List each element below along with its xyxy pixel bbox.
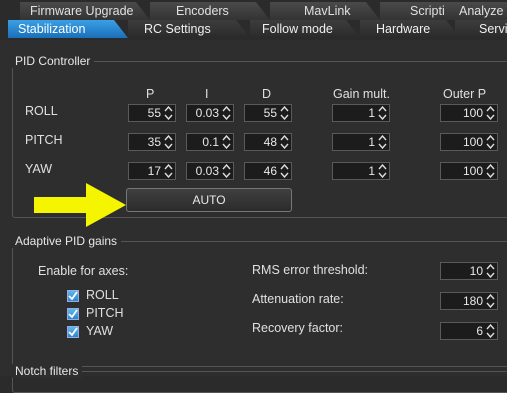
pitch-gain-spinbox[interactable]: 1 — [332, 133, 390, 151]
roll-gain-spinbox[interactable]: 1 — [332, 104, 390, 122]
tab-mavlink[interactable]: MavLink — [270, 2, 380, 20]
checkbox-label-pitch: PITCH — [86, 306, 124, 320]
row-label-roll: ROLL — [25, 104, 58, 118]
spin-arrows-icon[interactable] — [486, 106, 495, 120]
spin-arrows-icon[interactable] — [164, 164, 173, 178]
stabilization-panel: PID Controller P I D Gain mult. Outer P … — [0, 40, 507, 393]
spin-value: 10 — [469, 264, 483, 278]
spin-value: 0.03 — [195, 164, 219, 178]
col-header-i: I — [205, 87, 209, 101]
checkbox-roll[interactable] — [67, 290, 79, 302]
spin-arrows-icon[interactable] — [378, 106, 387, 120]
spin-arrows-icon[interactable] — [222, 135, 231, 149]
spin-value: 46 — [263, 164, 277, 178]
spin-arrows-icon[interactable] — [486, 294, 495, 308]
spin-arrows-icon[interactable] — [280, 106, 289, 120]
spin-value: 35 — [147, 135, 161, 149]
tab-stabilization[interactable]: Stabilization — [8, 20, 128, 38]
adaptive-pid-title: Adaptive PID gains — [11, 234, 122, 248]
tab-servo[interactable]: Servi — [455, 20, 507, 38]
yaw-d-spinbox[interactable]: 46 — [244, 162, 292, 180]
spin-value: 100 — [462, 135, 483, 149]
checkbox-yaw[interactable] — [67, 326, 79, 338]
tab-follow-mode[interactable]: Follow mode — [250, 20, 360, 38]
pitch-p-spinbox[interactable]: 35 — [128, 133, 176, 151]
tab-row-front: Stabilization RC Settings Follow mode Ha… — [0, 20, 507, 38]
yaw-gain-spinbox[interactable]: 1 — [332, 162, 390, 180]
spin-value: 17 — [147, 164, 161, 178]
spin-arrows-icon[interactable] — [378, 135, 387, 149]
pitch-outer-p-spinbox[interactable]: 100 — [440, 133, 498, 151]
spin-value: 180 — [462, 294, 483, 308]
col-header-d: D — [262, 87, 272, 101]
rms-threshold-label: RMS error threshold: — [252, 263, 369, 277]
spin-arrows-icon[interactable] — [164, 106, 173, 120]
recovery-factor-spinbox[interactable]: 6 — [440, 322, 498, 340]
pitch-i-spinbox[interactable]: 0.1 — [186, 133, 234, 151]
spin-arrows-icon[interactable] — [486, 164, 495, 178]
spin-arrows-icon[interactable] — [222, 106, 231, 120]
roll-p-spinbox[interactable]: 55 — [128, 104, 176, 122]
yaw-i-spinbox[interactable]: 0.03 — [186, 162, 234, 180]
spin-value: 0.03 — [195, 106, 219, 120]
spin-value: 6 — [476, 324, 483, 338]
spin-value: 1 — [368, 135, 375, 149]
spin-value: 100 — [462, 164, 483, 178]
tab-firmware-upgrade[interactable]: Firmware Upgrade — [20, 2, 150, 20]
spin-value: 55 — [263, 106, 277, 120]
spin-value: 55 — [147, 106, 161, 120]
spin-value: 100 — [462, 106, 483, 120]
pid-controller-title: PID Controller — [11, 54, 95, 68]
roll-i-spinbox[interactable]: 0.03 — [186, 104, 234, 122]
spin-arrows-icon[interactable] — [164, 135, 173, 149]
yaw-p-spinbox[interactable]: 17 — [128, 162, 176, 180]
enable-for-axes-label: Enable for axes: — [38, 264, 129, 278]
yaw-outer-p-spinbox[interactable]: 100 — [440, 162, 498, 180]
checkmark-icon — [68, 309, 78, 319]
tab-hardware[interactable]: Hardware — [360, 20, 460, 38]
checkmark-icon — [68, 327, 78, 337]
tab-encoders[interactable]: Encoders — [150, 2, 270, 20]
tab-rc-settings[interactable]: RC Settings — [128, 20, 250, 38]
spin-value: 48 — [263, 135, 277, 149]
attenuation-rate-spinbox[interactable]: 180 — [440, 292, 498, 310]
rms-threshold-spinbox[interactable]: 10 — [440, 262, 498, 280]
spin-arrows-icon[interactable] — [486, 264, 495, 278]
roll-d-spinbox[interactable]: 55 — [244, 104, 292, 122]
col-header-outer-p: Outer P — [443, 87, 487, 101]
spin-arrows-icon[interactable] — [486, 324, 495, 338]
recovery-factor-label: Recovery factor: — [252, 321, 344, 335]
pitch-d-spinbox[interactable]: 48 — [244, 133, 292, 151]
spin-value: 1 — [368, 164, 375, 178]
spin-arrows-icon[interactable] — [378, 164, 387, 178]
spin-arrows-icon[interactable] — [222, 164, 231, 178]
tab-analyze[interactable]: Analyze — [445, 2, 507, 20]
row-label-yaw: YAW — [25, 162, 53, 176]
checkbox-label-roll: ROLL — [86, 288, 119, 302]
yellow-arrow-icon — [34, 183, 126, 227]
spin-arrows-icon[interactable] — [280, 164, 289, 178]
col-header-gain-mult: Gain mult. — [333, 87, 390, 101]
tab-row-back: Firmware Upgrade Encoders MavLink Script… — [0, 2, 507, 20]
checkmark-icon — [68, 291, 78, 301]
row-label-pitch: PITCH — [25, 133, 63, 147]
auto-button[interactable]: AUTO — [126, 188, 292, 212]
spin-arrows-icon[interactable] — [280, 135, 289, 149]
spin-value: 0.1 — [202, 135, 219, 149]
roll-outer-p-spinbox[interactable]: 100 — [440, 104, 498, 122]
attenuation-rate-label: Attenuation rate: — [252, 292, 344, 306]
checkbox-pitch[interactable] — [67, 308, 79, 320]
spin-arrows-icon[interactable] — [486, 135, 495, 149]
checkbox-label-yaw: YAW — [86, 324, 114, 338]
col-header-p: P — [146, 87, 155, 101]
spin-value: 1 — [368, 106, 375, 120]
notch-filters-group: Notch filters — [11, 364, 507, 393]
